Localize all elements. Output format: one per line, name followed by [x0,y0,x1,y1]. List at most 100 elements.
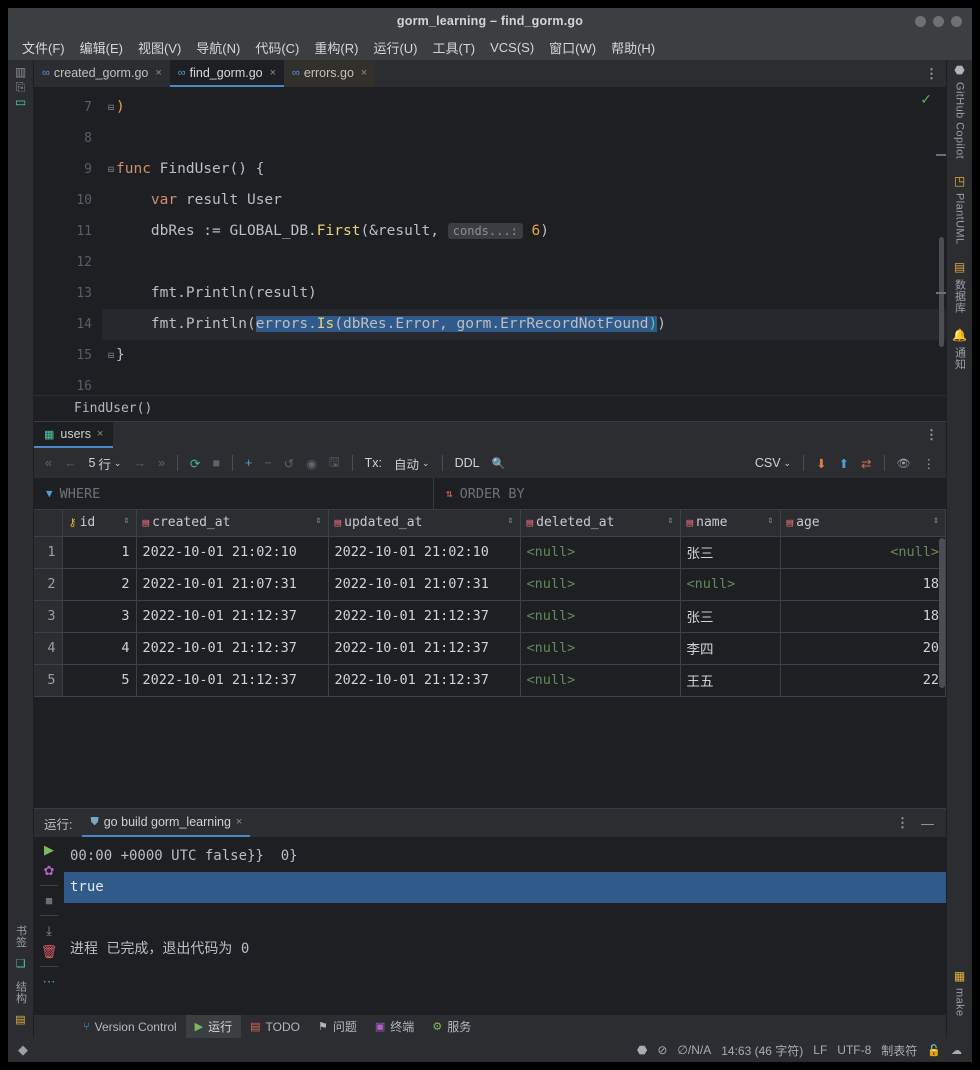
editor-tab-created-gorm[interactable]: ∞ created_gorm.go × [34,60,170,87]
menu-code[interactable]: 代码(C) [249,36,305,59]
last-page-button[interactable]: » [153,454,170,472]
sidebar-item-notifications[interactable]: 通知 [952,341,968,376]
cell-id[interactable]: 4 [62,632,137,665]
view-value-icon[interactable]: ◉ [301,454,322,473]
db-result-grid[interactable]: ⚷ id ⇕ ▤ created_at ⇕ ▤ updated_at ⇕ ▤ deleted_… [34,510,946,808]
cell-updated-at[interactable]: 2022-10-01 21:02:10 [328,536,521,569]
menu-file[interactable]: 文件(F) [16,36,71,59]
cell-updated-at[interactable]: 2022-10-01 21:07:31 [328,568,521,601]
cell-id[interactable]: 1 [62,536,137,569]
caret-position[interactable]: 14:63 (46 字符) [721,1042,803,1059]
window-controls[interactable] [915,8,962,34]
cell-deleted-at[interactable]: <null> [520,600,681,633]
cell-id[interactable]: 5 [62,664,137,697]
structure-icon[interactable]: ▤ [15,1015,25,1026]
close-button[interactable] [951,15,962,27]
cell-age[interactable]: <null> [780,536,946,569]
menu-refactor[interactable]: 重构(R) [308,36,364,59]
cell-deleted-at[interactable]: <null> [520,664,681,697]
refresh-icon[interactable]: ⟳ [185,454,205,473]
chevron-down-icon[interactable]: ⌄ [114,458,122,469]
add-row-icon[interactable]: + [240,454,257,472]
revert-icon[interactable]: ↺ [279,454,299,473]
delete-row-icon[interactable]: − [259,454,276,472]
sidebar-item-make[interactable]: make [954,982,966,1023]
project-icon[interactable]: ▥ [15,66,26,78]
bell-icon[interactable]: 🔔 [952,329,967,341]
run-config-tab[interactable]: ⛊ go build gorm_learning × [82,809,251,837]
cell-deleted-at[interactable]: <null> [520,568,681,601]
inspection-off-icon[interactable]: ⊘ [657,1043,667,1057]
cell-created-at[interactable]: 2022-10-01 21:12:37 [136,600,329,633]
stop-icon[interactable]: ■ [45,894,53,907]
close-icon[interactable]: × [155,67,161,79]
cell-updated-at[interactable]: 2022-10-01 21:12:37 [328,600,521,633]
order-by-input[interactable]: ⇅ ORDER BY [434,478,537,509]
table-row[interactable]: 5 5 2022-10-01 21:12:37 2022-10-01 21:12… [34,664,946,697]
lock-icon[interactable]: 🔓 [927,1044,941,1057]
minimize-button[interactable] [915,15,926,27]
inspection-status-icon[interactable]: ✓ [920,91,932,108]
cell-age[interactable]: 20 [780,632,946,665]
sort-toggle-icon[interactable]: ⇕ [507,515,513,526]
menu-run[interactable]: 运行(U) [367,36,423,59]
ddl-button[interactable]: DDL [450,454,485,472]
line-separator[interactable]: LF [813,1043,827,1057]
cell-created-at[interactable]: 2022-10-01 21:02:10 [136,536,329,569]
menu-vcs[interactable]: VCS(S) [484,38,540,57]
column-header-id[interactable]: ⚷ id ⇕ [62,510,137,537]
cell-created-at[interactable]: 2022-10-01 21:12:37 [136,664,329,697]
close-icon[interactable]: × [97,428,103,440]
indent-setting[interactable]: 制表符 [881,1042,917,1059]
cell-name[interactable]: 李四 [680,632,781,665]
table-row[interactable]: 2 2 2022-10-01 21:07:31 2022-10-01 21:07… [34,568,946,601]
db-tabs-kebab-icon[interactable]: ⋮ [917,422,946,448]
stop-icon[interactable]: ■ [207,454,225,472]
grid-scrollbar[interactable] [939,538,945,688]
menu-view[interactable]: 视图(V) [132,36,187,59]
minimize-icon[interactable]: — [921,816,934,831]
chevron-down-icon[interactable]: ⌄ [784,458,792,469]
sidebar-item-database[interactable]: 数据库 [952,273,968,319]
cell-deleted-at[interactable]: <null> [520,536,681,569]
database-icon[interactable]: ▤ [954,261,965,273]
cell-deleted-at[interactable]: <null> [520,632,681,665]
editor-tab-errors[interactable]: ∞ errors.go × [284,60,376,87]
editor-tab-find-gorm[interactable]: ∞ find_gorm.go × [169,60,285,87]
cell-created-at[interactable]: 2022-10-01 21:12:37 [136,632,329,665]
cell-age[interactable]: 18 [780,600,946,633]
breadcrumb[interactable]: FindUser() [34,395,946,421]
editor-tabs-kebab-icon[interactable]: ⋮ [917,60,946,87]
sidebar-item-bookmarks[interactable]: 书签 [13,919,29,954]
menu-help[interactable]: 帮助(H) [605,36,661,59]
cell-age[interactable]: 18 [780,568,946,601]
menu-tools[interactable]: 工具(T) [426,36,481,59]
copilot-icon[interactable]: ⬣ [954,64,964,76]
copilot-status-icon[interactable]: ⬣ [637,1043,647,1057]
where-filter-input[interactable]: ▼ WHERE [34,478,434,509]
cell-name[interactable]: 张三 [680,600,781,633]
cell-name[interactable]: 王五 [680,664,781,697]
tool-window-terminal[interactable]: ▣ 终端 [366,1015,423,1038]
db-tab-users[interactable]: ▦ users × [34,422,114,448]
import-icon[interactable]: ⬇ [811,454,831,473]
cell-updated-at[interactable]: 2022-10-01 21:12:37 [328,632,521,665]
db-toolbar-kebab-icon[interactable]: ⋮ [918,454,941,473]
transaction-mode-selector[interactable]: 自动 ⌄ [389,452,435,475]
bookmarks-icon[interactable]: ❏ [16,959,26,970]
menu-navigate[interactable]: 导航(N) [190,36,246,59]
code-editor[interactable]: 7⊟ 8 9⊟ 10 11 12 13 14💡 15⊟ 16 ) func Fi… [34,87,946,395]
tool-window-services[interactable]: ⚙ 服务 [423,1015,480,1038]
preview-eye-icon[interactable]: 👁 [892,455,916,472]
scroll-to-end-icon[interactable]: ⤓ [46,924,52,937]
monitor-icon[interactable]: ▭ [15,96,26,108]
cell-age[interactable]: 22 [780,664,946,697]
cloud-icon[interactable]: ☁ [951,1044,962,1057]
coverage-indicator[interactable]: ∅/N/A [677,1043,711,1057]
column-header-name[interactable]: ▤ name ⇕ [680,510,781,537]
cell-updated-at[interactable]: 2022-10-01 21:12:37 [328,664,521,697]
first-page-button[interactable]: « [40,454,57,472]
more-icon[interactable]: ⋯ [43,975,56,988]
page-size-selector[interactable]: 5 行 ⌄ [83,452,126,475]
cell-id[interactable]: 2 [62,568,137,601]
